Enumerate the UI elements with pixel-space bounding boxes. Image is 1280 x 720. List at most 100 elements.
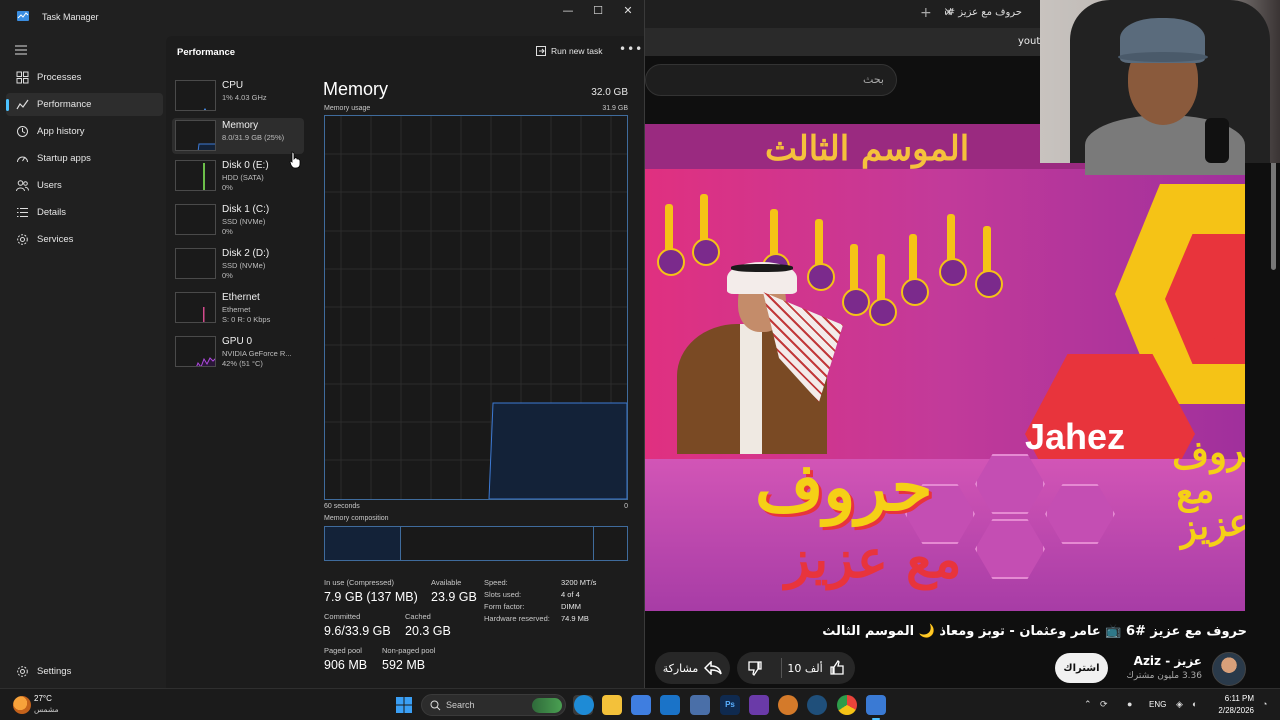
lantern-decoration [762, 209, 790, 281]
file-explorer-icon[interactable] [602, 695, 622, 715]
resource-item-ethernet[interactable]: Ethernet Ethernet S: 0 R: 0 Kbps [172, 290, 304, 326]
more-options-button[interactable]: ••• [619, 42, 643, 56]
nav-item-services[interactable]: Services [6, 228, 163, 251]
nav-label: Users [37, 180, 62, 191]
clock-time[interactable]: 6:11 PM [1206, 694, 1254, 703]
performance-chart-icon [16, 99, 29, 110]
memory-usage-label: Memory usage [324, 105, 371, 112]
details-list-icon [17, 208, 28, 217]
nav-item-app-history[interactable]: App history [6, 120, 163, 143]
run-new-task-label: Run new task [551, 46, 603, 56]
share-label: مشاركة [662, 661, 699, 675]
microphone-tray-icon[interactable]: ● [1127, 699, 1132, 709]
channel-name[interactable]: عزيز - Aziz [1120, 654, 1202, 668]
channel-avatar[interactable] [1212, 652, 1246, 686]
maximize-button[interactable]: ☐ [583, 4, 613, 18]
video-player[interactable]: الموسم الثالث Jo Jahez حروف مع عزيز حروف… [645, 124, 1245, 611]
resource-detail: SSD (NVMe) [222, 261, 266, 270]
run-new-task-button[interactable]: Run new task [536, 46, 603, 56]
hardware-reserved-value: 74.9 MB [561, 614, 589, 623]
committed-label: Committed [324, 612, 361, 621]
new-tab-button[interactable]: + [920, 5, 932, 21]
windows-start-icon[interactable] [396, 697, 412, 713]
resolve-icon[interactable] [778, 695, 798, 715]
like-count: 10 ألف [787, 661, 823, 675]
nav-item-users[interactable]: Users [6, 174, 163, 197]
cached-label: Cached [405, 612, 431, 621]
weather-temperature[interactable]: 27°C [34, 694, 52, 703]
network-tray-icon[interactable]: ⟳ [1100, 699, 1108, 710]
calculator-icon[interactable] [690, 695, 710, 715]
store-icon[interactable] [631, 695, 651, 715]
committed-value: 9.6/33.9 GB [324, 624, 391, 638]
wifi-icon[interactable]: ◈ [1176, 699, 1183, 710]
search-icon [430, 700, 441, 711]
volume-icon[interactable]: ◐ [1192, 699, 1197, 709]
navigation-pane: Processes Performance App history Startu… [0, 36, 166, 688]
graph-time-now: 0 [624, 503, 628, 510]
form-factor-label: Form factor: [484, 602, 525, 611]
weather-sun-icon[interactable] [13, 696, 31, 714]
title-bar[interactable]: Task Manager — ☐ ✕ [0, 0, 645, 36]
memory-total: 32.0 GB [591, 87, 628, 98]
resource-item-disk-2[interactable]: Disk 2 (D:) SSD (NVMe) 0% [172, 246, 304, 282]
cached-value: 20.3 GB [405, 624, 451, 638]
resource-usage: 0% [222, 227, 233, 236]
task-manager-taskbar-icon[interactable] [866, 695, 886, 720]
minimize-button[interactable]: — [553, 4, 583, 18]
photoshop-icon[interactable]: Ps [720, 695, 740, 715]
clock-date[interactable]: 2/28/2026 [1206, 706, 1254, 715]
steam-icon[interactable] [807, 695, 827, 715]
active-indicator [6, 99, 9, 111]
weather-description[interactable]: مشمس [34, 705, 59, 714]
page-scrollbar[interactable] [1271, 160, 1276, 270]
channel-info[interactable]: عزيز - Aziz 3.36 مليون مشترك [1120, 654, 1203, 681]
memory-usage-area [488, 402, 627, 499]
close-tab-icon[interactable]: ✕ [944, 6, 953, 19]
outlook-icon[interactable] [660, 695, 680, 715]
resource-usage: S: 0 R: 0 Kbps [222, 315, 271, 324]
resource-item-disk-0[interactable]: Disk 0 (E:) HDD (SATA) 0% [172, 158, 304, 194]
channel-subscribers: 3.36 مليون مشترك [1126, 671, 1203, 681]
nav-item-startup-apps[interactable]: Startup apps [6, 147, 163, 170]
resource-item-gpu-0[interactable]: GPU 0 NVIDIA GeForce R... 42% (51 °C) [172, 334, 304, 370]
available-label: Available [431, 578, 462, 587]
hamburger-menu-icon[interactable] [15, 45, 27, 55]
nav-item-settings[interactable]: Settings [6, 660, 163, 683]
close-button[interactable]: ✕ [613, 4, 643, 18]
in-use-label: In use (Compressed) [324, 578, 395, 587]
like-divider [781, 658, 782, 678]
users-icon [16, 180, 29, 192]
edge-browser-icon[interactable] [574, 695, 594, 715]
nonpaged-pool-label: Non-paged pool [382, 646, 436, 655]
search-highlight-image [532, 698, 562, 713]
nav-label: App history [37, 126, 85, 137]
subscribe-button[interactable]: اشتراك [1055, 653, 1108, 683]
nav-label: Performance [37, 99, 92, 110]
resource-item-cpu[interactable]: CPU 1% 4.03 GHz [172, 78, 304, 114]
dislike-icon[interactable] [747, 660, 763, 676]
video-editor-icon[interactable] [749, 695, 769, 715]
available-value: 23.9 GB [431, 590, 477, 604]
nav-label: Processes [37, 72, 82, 83]
nav-item-processes[interactable]: Processes [6, 66, 163, 89]
youtube-search-input[interactable]: بحث [645, 64, 897, 96]
nav-item-details[interactable]: Details [6, 201, 163, 224]
language-indicator[interactable]: ENG [1149, 700, 1166, 709]
lantern-decoration [807, 219, 835, 291]
show-hidden-icons-chevron-icon[interactable]: ⌃ [1084, 699, 1092, 710]
notifications-icon[interactable]: ◔ [1262, 699, 1267, 709]
nav-label: Services [37, 234, 74, 245]
services-gear-icon [17, 234, 28, 245]
resource-item-memory[interactable]: Memory 8.0/31.9 GB (25%) [172, 118, 304, 154]
resource-item-disk-1[interactable]: Disk 1 (C:) SSD (NVMe) 0% [172, 202, 304, 238]
nav-item-performance[interactable]: Performance [6, 93, 163, 116]
startup-speedometer-icon [17, 156, 28, 163]
performance-page: Performance Run new task ••• CPU 1% 4.03… [166, 36, 644, 688]
taskbar-search-box[interactable]: Search [421, 694, 566, 716]
share-button[interactable]: مشاركة [655, 652, 730, 684]
like-icon[interactable] [829, 660, 845, 676]
chrome-icon[interactable] [837, 695, 857, 715]
browser-tab[interactable]: حروف مع عزيز #6 📺 عامر [945, 3, 1040, 25]
disk-1-thumbnail-graph [175, 204, 216, 235]
